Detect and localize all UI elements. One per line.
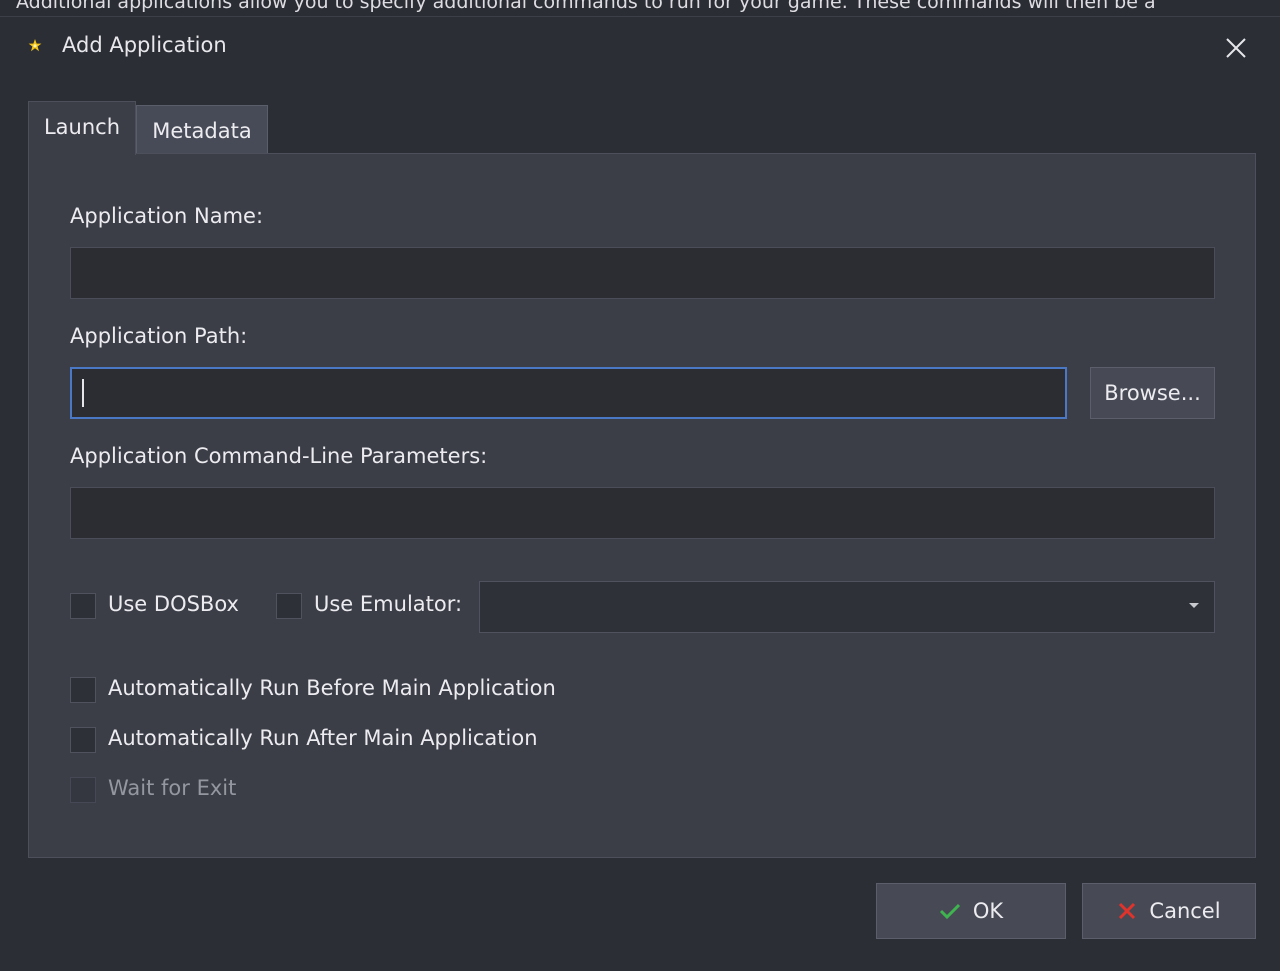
cancel-label: Cancel	[1149, 899, 1221, 923]
application-name-input[interactable]	[70, 247, 1215, 299]
title-bar: Add Application	[0, 17, 1280, 75]
launch-tab-panel: Application Name: Application Path: Brow…	[28, 153, 1256, 858]
browse-button[interactable]: Browse...	[1090, 367, 1215, 419]
auto-run-before-label[interactable]: Automatically Run Before Main Applicatio…	[108, 676, 556, 700]
application-path-label: Application Path:	[70, 324, 248, 348]
use-emulator-checkbox[interactable]	[276, 593, 302, 619]
tab-launch[interactable]: Launch	[28, 101, 136, 155]
background-description: Additional applications allow you to spe…	[16, 0, 1156, 13]
red-x-icon	[1117, 901, 1137, 921]
auto-run-before-checkbox[interactable]	[70, 677, 96, 703]
star-app-icon	[28, 39, 42, 52]
wait-for-exit-checkbox	[70, 777, 96, 803]
ok-button[interactable]: OK	[876, 883, 1066, 939]
close-icon	[1226, 38, 1246, 58]
command-line-parameters-input[interactable]	[70, 487, 1215, 539]
tab-metadata[interactable]: Metadata	[136, 105, 268, 153]
close-button[interactable]	[1214, 30, 1258, 66]
emulator-dropdown[interactable]	[479, 581, 1215, 633]
text-caret	[82, 379, 84, 407]
cancel-button[interactable]: Cancel	[1082, 883, 1256, 939]
use-dosbox-label[interactable]: Use DOSBox	[108, 592, 239, 616]
add-application-dialog: Add Application Metadata Launch Applicat…	[0, 16, 1280, 971]
application-name-label: Application Name:	[70, 204, 264, 228]
use-emulator-label[interactable]: Use Emulator:	[314, 592, 462, 616]
wait-for-exit-label: Wait for Exit	[108, 776, 237, 800]
use-dosbox-checkbox[interactable]	[70, 593, 96, 619]
background-window-text: Additional applications allow you to spe…	[0, 0, 1280, 16]
auto-run-after-label[interactable]: Automatically Run After Main Application	[108, 726, 538, 750]
ok-label: OK	[972, 899, 1004, 923]
application-path-input[interactable]	[70, 367, 1067, 419]
command-line-parameters-label: Application Command-Line Parameters:	[70, 444, 488, 468]
checkmark-icon	[939, 902, 961, 920]
auto-run-after-checkbox[interactable]	[70, 727, 96, 753]
chevron-down-icon	[1189, 603, 1199, 608]
dialog-title: Add Application	[62, 33, 227, 57]
